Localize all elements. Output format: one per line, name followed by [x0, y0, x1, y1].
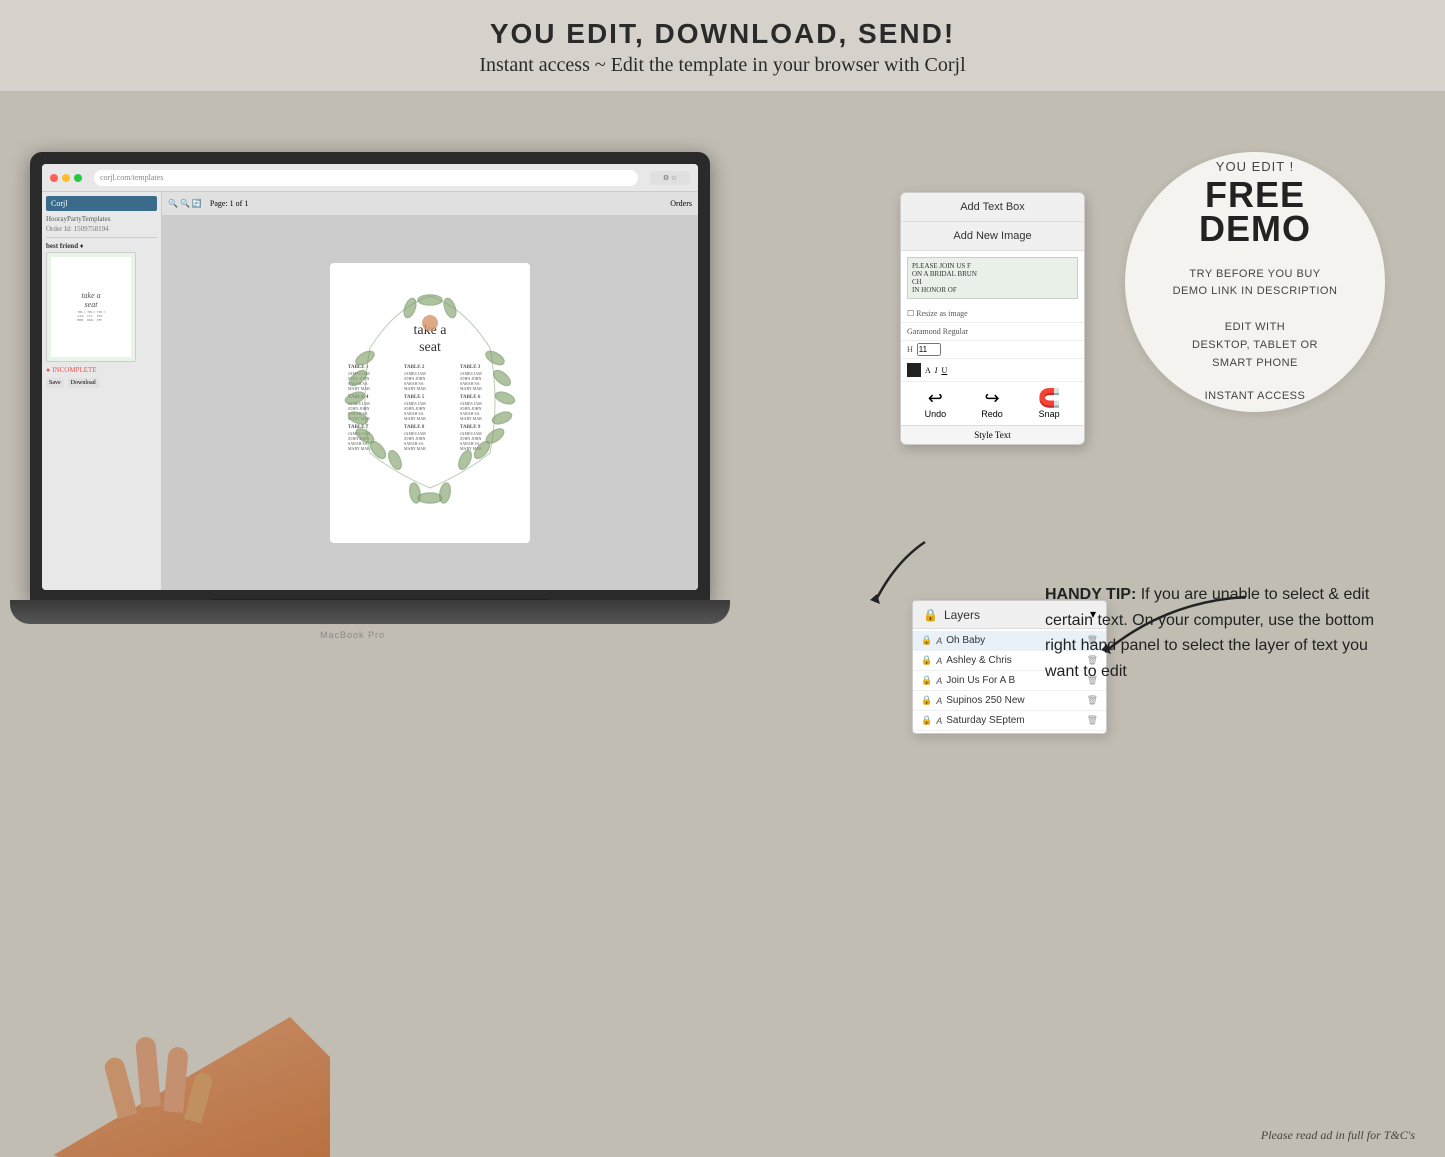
toolbar-zoom: 🔍 🔍 🔄	[168, 199, 202, 208]
status-incomplete: ● INCOMPLETE	[46, 366, 157, 374]
layer-type-indicator: A	[936, 676, 942, 686]
chart-col-2: TABLE 2 JAMES JAMJOHN JOHNSARAH SAMARY M…	[404, 365, 456, 391]
layer-type-indicator: A	[936, 656, 942, 666]
add-new-image-button[interactable]: Add New Image	[901, 222, 1084, 251]
chart-col-1: TABLE 1 JAMES JAMJOHN JOHNSARAH SAMARY M…	[348, 365, 400, 391]
handy-tip-label: HANDY TIP:	[1045, 586, 1136, 603]
editor-sidebar: Corjl HoorayPartyTemplates Order Id: 150…	[42, 192, 162, 590]
chart-title: take aseat	[413, 323, 446, 357]
chart-tables: TABLE 1 JAMES JAMJOHN JOHNSARAH SAMARY M…	[340, 365, 520, 451]
seating-chart-inner: take aseat TABLE 1 JAMES JAMJOHN JOHNSAR…	[330, 263, 530, 543]
font-controls: Garamond Regular	[901, 323, 1084, 341]
layer-type-indicator: A	[936, 696, 942, 706]
chart-col-7: TABLE 7 JAMES JAMJOHN JOHNSARAH SAMARY M…	[348, 425, 400, 451]
laptop-base	[10, 600, 730, 624]
editor-content: Corjl HoorayPartyTemplates Order Id: 150…	[42, 192, 698, 590]
redo-button[interactable]: ↪ Redo	[981, 388, 1003, 419]
layer-item-supinos[interactable]: 🔒 A Supinos 250 New 🗑	[913, 691, 1106, 711]
text-preview: PLEASE JOIN US FON A BRIDAL BRUNCHIN HON…	[907, 257, 1078, 299]
bottom-note: Please read ad in full for T&C's	[1261, 1128, 1415, 1143]
layer-name-supinos: Supinos 250 New	[946, 695, 1082, 706]
chart-col-8: TABLE 8 JAMES JAMJOHN JOHNSARAH SAMARY M…	[404, 425, 456, 451]
layer-lock-icon: 🔒	[921, 635, 932, 646]
height-input[interactable]	[917, 343, 941, 356]
laptop-container: corjl.com/templates ⚙ ☆ Corjl HoorayPart…	[30, 152, 750, 1052]
sidebar-brand: HoorayPartyTemplates	[46, 215, 157, 223]
demo-edit-with-label: EDIT WITH DESKTOP, TABLET OR SMART PHONE	[1192, 319, 1318, 372]
snap-button[interactable]: 🧲 Snap	[1038, 388, 1060, 419]
demo-instant-access: INSTANT ACCESS	[1205, 388, 1306, 405]
toolbar-page: Page: 1 of 1	[210, 199, 248, 208]
corjl-logo: Corjl	[46, 196, 157, 211]
handy-tip-section: HANDY TIP: If you are unable to select &…	[1045, 582, 1385, 684]
chart-col-9: TABLE 9 JAMES JAMJOHN JOHNSARAH SAMARY M…	[460, 425, 512, 451]
main-area: corjl.com/templates ⚙ ☆ Corjl HoorayPart…	[0, 92, 1445, 1157]
hand-illustration	[50, 977, 330, 1157]
layer-lock-icon: 🔒	[921, 675, 932, 686]
template-name: best friend ♦	[46, 242, 157, 250]
layer-lock-icon: 🔒	[921, 655, 932, 666]
order-id: Order Id: 1509758194	[46, 225, 157, 233]
chart-col-5: TABLE 5 JAMES JAMJOHN JOHNSARAH SAMARY M…	[404, 395, 456, 421]
macbook-pro-label: MacBook Pro	[320, 630, 385, 640]
style-text-label: Style Text	[901, 425, 1084, 444]
layer-delete-icon[interactable]: 🗑	[1087, 695, 1098, 706]
undo-redo-snap-controls: ↩ Undo ↪ Redo 🧲 Snap	[901, 382, 1084, 425]
top-banner: YOU EDIT, DOWNLOAD, SEND! Instant access…	[0, 0, 1445, 92]
add-text-box-button[interactable]: Add Text Box	[901, 193, 1084, 222]
chart-col-6: TABLE 6 JAMES JAMJOHN JOHNSARAH SAMARY M…	[460, 395, 512, 421]
layer-lock-icon: 🔒	[921, 715, 932, 726]
editor-main: 🔍 🔍 🔄 Page: 1 of 1 Orders	[162, 192, 698, 590]
layer-type-indicator: A	[936, 636, 942, 646]
layer-type-indicator: A	[936, 716, 942, 726]
arrow-panel-to-layers	[845, 532, 945, 612]
layer-item-saturday[interactable]: 🔒 A Saturday SEptem 🗑	[913, 711, 1106, 731]
laptop-frame: corjl.com/templates ⚙ ☆ Corjl HoorayPart…	[30, 152, 710, 602]
browser-dot-yellow	[62, 174, 70, 182]
demo-demo-label: DEMO	[1199, 208, 1311, 250]
browser-dot-green	[74, 174, 82, 182]
demo-try-label: TRY BEFORE YOU BUY DEMO LINK IN DESCRIPT…	[1173, 266, 1338, 299]
free-demo-circle: YOU EDIT ! FREE DEMO TRY BEFORE YOU BUY …	[1125, 152, 1385, 412]
save-btn[interactable]: Save	[46, 378, 64, 388]
resize-image-option: ☐ Resize as image	[901, 305, 1084, 323]
corjl-side-panel: Add Text Box Add New Image PLEASE JOIN U…	[900, 192, 1085, 445]
seating-chart-document: take aseat TABLE 1 JAMES JAMJOHN JOHNSAR…	[330, 263, 530, 543]
size-controls: H	[901, 341, 1084, 359]
browser-dot-red	[50, 174, 58, 182]
undo-button[interactable]: ↩ Undo	[925, 388, 947, 419]
chart-col-4: TABLE 4 JAMES JAMJOHN JOHNSARAH SAMARY M…	[348, 395, 400, 421]
browser-bar: corjl.com/templates ⚙ ☆	[42, 164, 698, 192]
format-controls: A I U	[901, 359, 1084, 382]
toolbar-orders[interactable]: Orders	[670, 199, 692, 208]
laptop-screen: corjl.com/templates ⚙ ☆ Corjl HoorayPart…	[42, 164, 698, 590]
layer-lock-icon: 🔒	[921, 695, 932, 706]
editor-toolbar: 🔍 🔍 🔄 Page: 1 of 1 Orders	[162, 192, 698, 216]
download-btn[interactable]: Download	[68, 378, 99, 388]
banner-subline: Instant access ~ Edit the template in yo…	[20, 54, 1425, 77]
action-buttons: Save Download	[46, 378, 157, 388]
layer-delete-icon[interactable]: 🗑	[1087, 715, 1098, 726]
chart-col-3: TABLE 3 JAMES JAMJOHN JOHNSARAH SAMARY M…	[460, 365, 512, 391]
editor-canvas-area[interactable]: take aseat TABLE 1 JAMES JAMJOHN JOHNSAR…	[162, 216, 698, 590]
demo-you-edit-label: YOU EDIT !	[1216, 159, 1294, 174]
color-swatch[interactable]	[907, 363, 921, 377]
browser-url-bar[interactable]: corjl.com/templates	[94, 170, 638, 186]
template-thumbnail: take aseat TBL 1AAABBB TBL 2CCCDDD TBL 3…	[46, 252, 136, 362]
layer-name-saturday: Saturday SEptem	[946, 715, 1082, 726]
banner-headline: YOU EDIT, DOWNLOAD, SEND!	[20, 18, 1425, 50]
browser-actions: ⚙ ☆	[650, 171, 690, 185]
